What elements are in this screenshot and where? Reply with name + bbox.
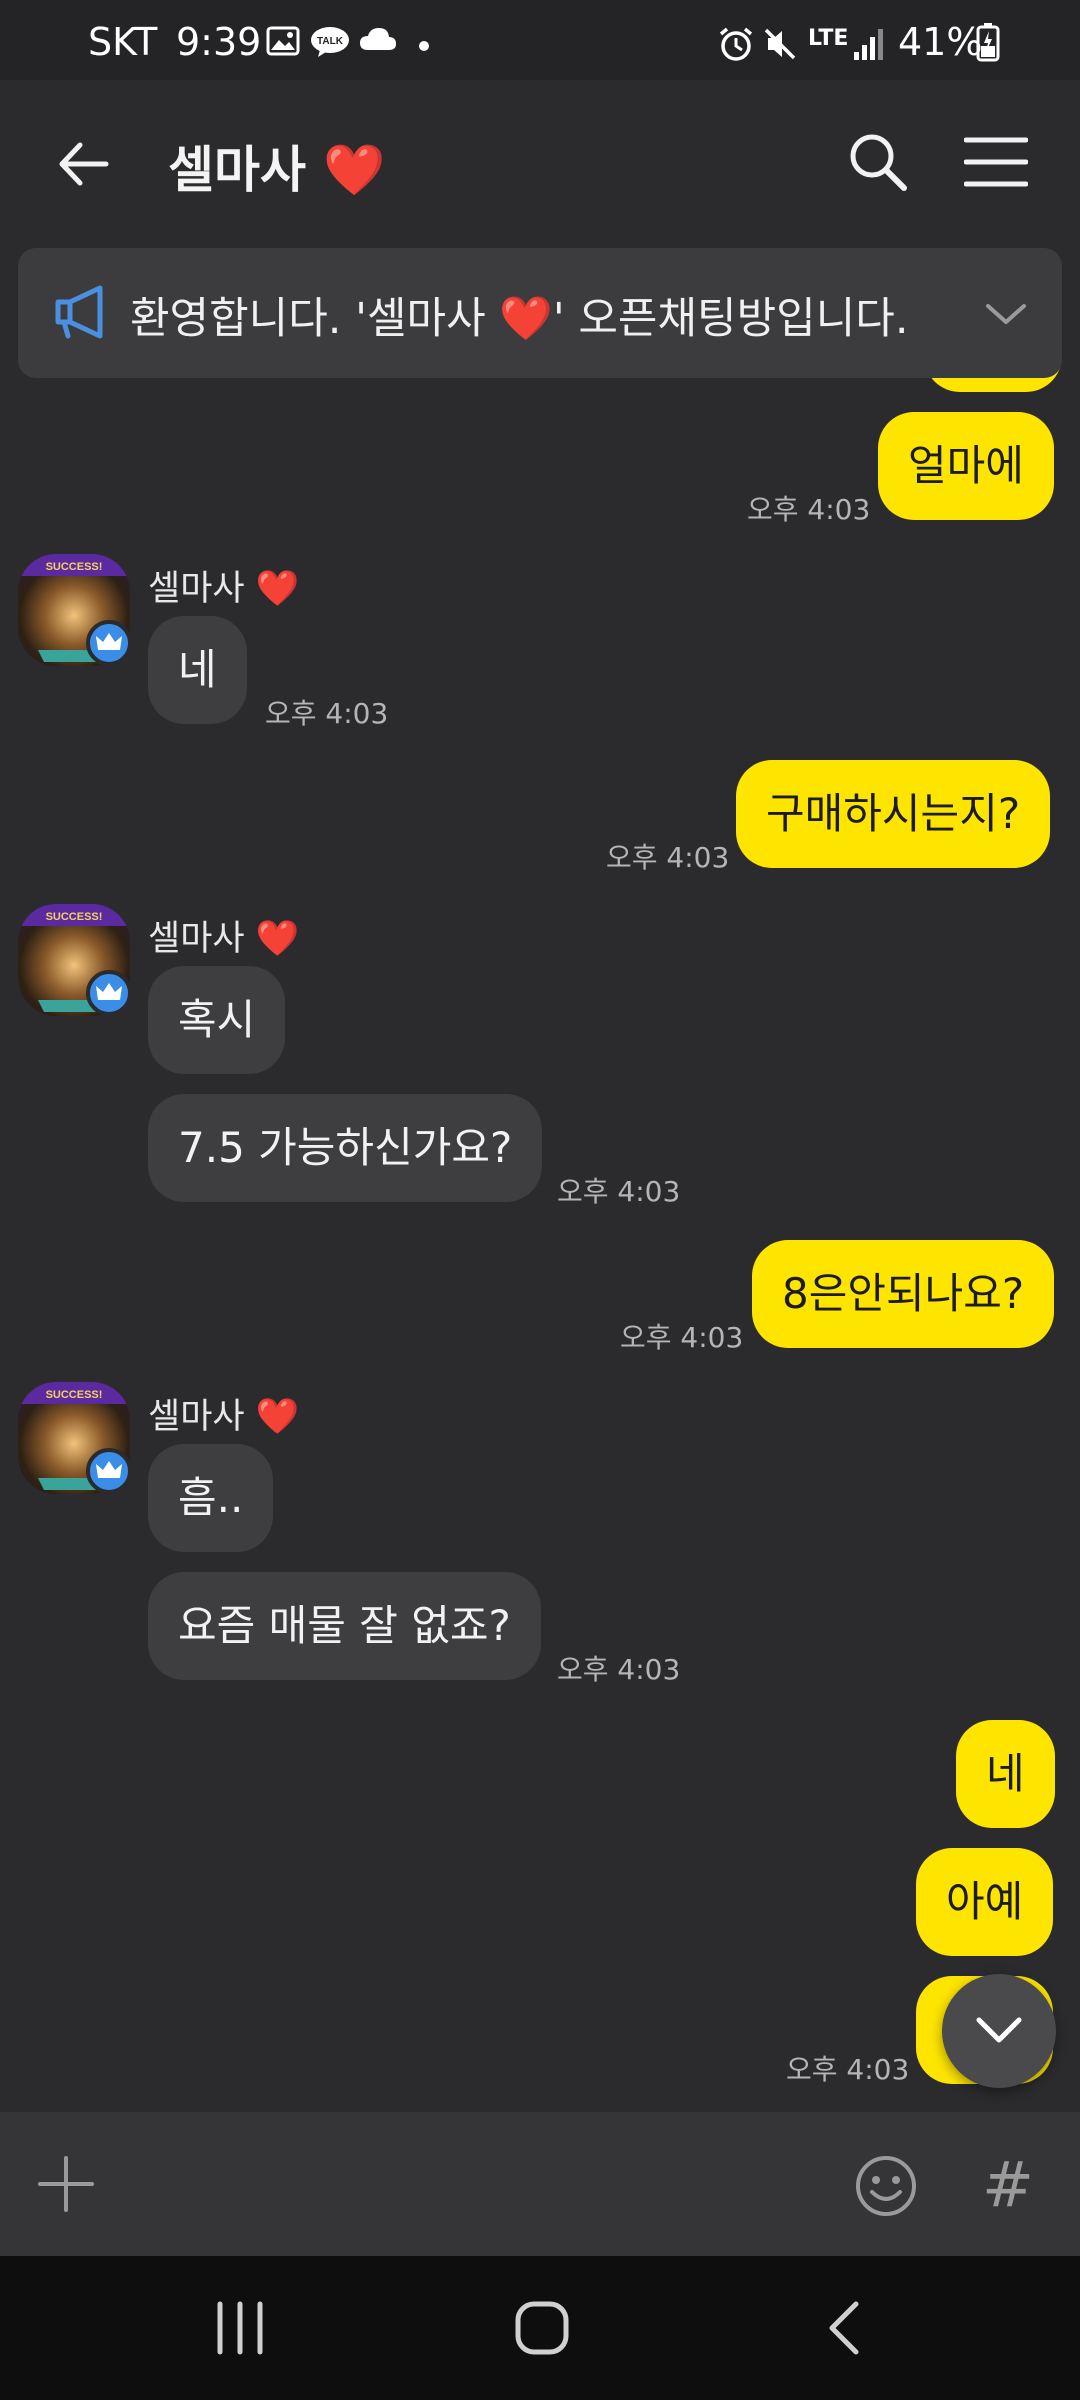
sender-name: 셀마사 ❤️ xyxy=(148,560,299,611)
message-input-field[interactable] xyxy=(140,2136,830,2232)
incoming-message-bubble[interactable]: 7.5 가능하신가요? xyxy=(148,1094,543,1202)
cloud-notification-icon xyxy=(360,28,396,50)
svg-text:SUCCESS!: SUCCESS! xyxy=(46,911,103,923)
home-icon[interactable] xyxy=(512,2298,572,2358)
heart-emoji: ❤️ xyxy=(255,919,300,959)
chat-screen: SKT 9:39 TALK LTE 41% 셀마사 ❤️ 환영합니다. '셀마사… xyxy=(0,0,1080,2400)
emoji-icon[interactable] xyxy=(854,2154,918,2218)
outgoing-message-bubble[interactable]: 얼마에 xyxy=(878,412,1054,520)
heart-emoji: ❤️ xyxy=(255,1397,300,1437)
notice-text: 환영합니다. '셀마사 ❤️' 오픈채팅방입니다. xyxy=(130,294,909,344)
host-crown-badge xyxy=(86,620,132,666)
chevron-down-icon xyxy=(976,2017,1022,2043)
outgoing-message-bubble[interactable]: 아예 xyxy=(916,1848,1054,1956)
mute-icon xyxy=(764,28,796,60)
carrier-label: SKT xyxy=(88,20,158,64)
alarm-icon xyxy=(719,27,753,61)
message-time: 오후 4:03 xyxy=(786,2053,910,2086)
heart-emoji: ❤️ xyxy=(323,141,386,199)
hamburger-menu-icon[interactable] xyxy=(964,136,1028,188)
back-arrow-icon[interactable] xyxy=(54,134,114,194)
clock: 9:39 xyxy=(176,20,262,64)
message-time: 오후 4:03 xyxy=(557,1175,681,1208)
search-icon[interactable] xyxy=(846,130,910,194)
svg-text:TALK: TALK xyxy=(317,36,344,47)
recent-apps-icon[interactable] xyxy=(212,2300,268,2356)
status-bar: SKT 9:39 TALK LTE 41% xyxy=(0,0,1080,80)
message-time: 오후 4:03 xyxy=(606,841,730,874)
megaphone-icon xyxy=(55,285,103,339)
kakaotalk-notification-icon: TALK xyxy=(311,27,349,57)
host-crown-badge xyxy=(86,970,132,1016)
chevron-down-icon[interactable] xyxy=(984,300,1028,328)
network-type-label: LTE xyxy=(808,26,849,51)
sender-name-text: 셀마사 xyxy=(148,919,245,959)
incoming-message-bubble[interactable]: 요즘 매물 잘 없죠? xyxy=(148,1572,541,1680)
host-crown-badge xyxy=(86,1448,132,1494)
gallery-notification-icon xyxy=(266,26,300,56)
crown-icon xyxy=(96,1461,122,1478)
svg-text:SUCCESS!: SUCCESS! xyxy=(46,561,103,573)
message-time: 오후 4:03 xyxy=(620,1321,744,1354)
signal-strength-icon xyxy=(854,29,883,60)
incoming-message-bubble[interactable]: 혹시 xyxy=(148,966,286,1074)
sender-name: 셀마사 ❤️ xyxy=(148,910,299,961)
message-input-bar: # xyxy=(0,2112,1080,2256)
crown-icon xyxy=(96,633,122,650)
incoming-message-bubble[interactable]: 흠.. xyxy=(148,1444,274,1552)
outgoing-message-bubble[interactable]: 8은안되나요? xyxy=(752,1240,1055,1348)
sender-name-text: 셀마사 xyxy=(148,1397,245,1437)
chat-room-title: 셀마사 ❤️ xyxy=(168,130,386,202)
battery-charging-icon xyxy=(976,23,1000,62)
svg-text:SUCCESS!: SUCCESS! xyxy=(46,1389,103,1401)
hash-icon[interactable]: # xyxy=(982,2148,1034,2221)
message-time: 오후 4:03 xyxy=(265,697,389,730)
chat-room-name: 셀마사 xyxy=(168,141,306,199)
more-notifications-dot-icon xyxy=(419,41,429,51)
outgoing-message-bubble[interactable]: 네 xyxy=(956,1720,1055,1828)
message-time: 오후 4:03 xyxy=(557,1653,681,1686)
sender-name-text: 셀마사 xyxy=(148,569,245,609)
outgoing-message-bubble[interactable]: 구매하시는지? xyxy=(736,760,1051,868)
incoming-message-bubble[interactable]: 네 xyxy=(148,616,247,724)
sender-name: 셀마사 ❤️ xyxy=(148,1388,299,1439)
message-time: 오후 4:03 xyxy=(747,493,871,526)
heart-emoji: ❤️ xyxy=(255,569,300,609)
battery-percent: 41% xyxy=(898,20,983,64)
system-navigation-bar xyxy=(0,2256,1080,2400)
chat-header: 셀마사 ❤️ xyxy=(0,80,1080,250)
crown-icon xyxy=(96,983,122,1000)
scroll-to-bottom-button[interactable] xyxy=(942,1974,1056,2088)
notice-banner[interactable]: 환영합니다. '셀마사 ❤️' 오픈채팅방입니다. xyxy=(18,248,1062,378)
back-icon[interactable] xyxy=(822,2298,866,2358)
plus-icon[interactable] xyxy=(38,2156,94,2212)
